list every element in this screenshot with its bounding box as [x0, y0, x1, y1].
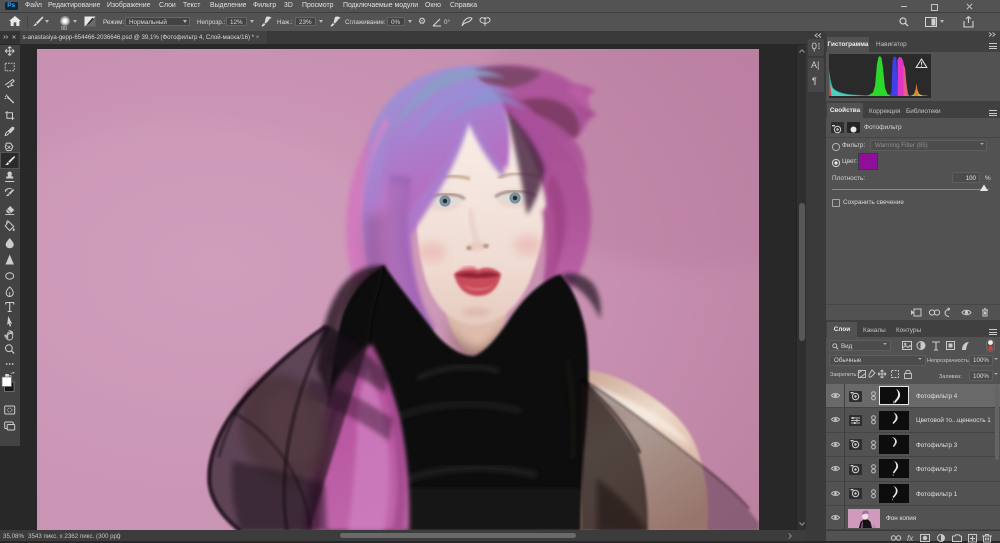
- svg-text:fx: fx: [907, 534, 914, 543]
